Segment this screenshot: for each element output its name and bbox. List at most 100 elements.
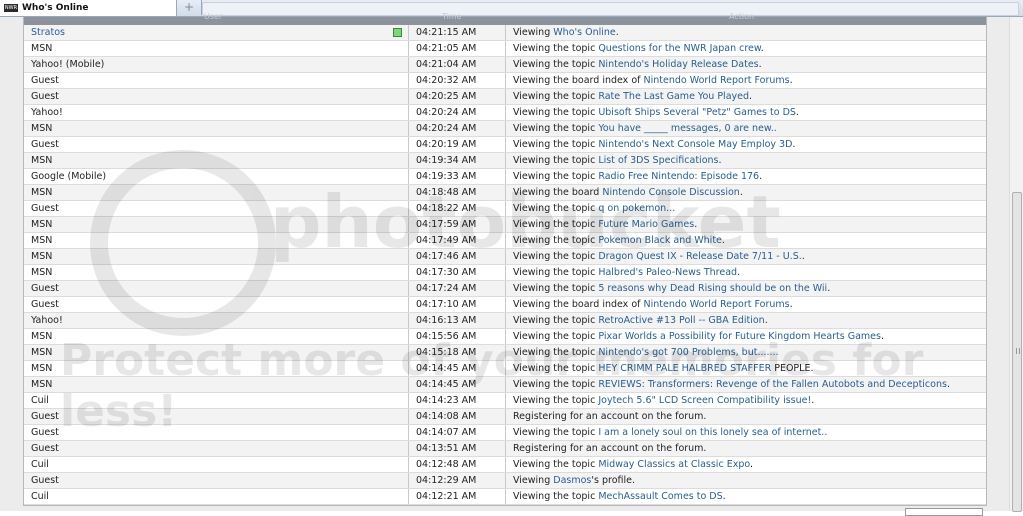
- user-name: Yahoo!: [31, 315, 63, 326]
- cell-time: 04:20:24 AM: [408, 120, 506, 137]
- table-row: Guest 04:14:07 AM Viewing the topic I am a…: [24, 424, 986, 441]
- table-row: Cuil 04:12:21 AM Viewing the topic MechAss…: [24, 488, 986, 505]
- action-link[interactable]: Pixar Worlds a Possibility for Future Ki…: [598, 331, 881, 342]
- action-link[interactable]: Nintendo Console Discussion: [602, 187, 739, 198]
- cell-action: Viewing the topic Nintendo's got 700 Pro…: [505, 344, 986, 361]
- action-link[interactable]: List of 3DS Specifications: [598, 155, 718, 166]
- action-suffix: .: [789, 75, 793, 86]
- header-user: User: [204, 12, 223, 21]
- cell-action: Viewing the topic You have _____ message…: [505, 120, 986, 137]
- table-row: Cuil 04:12:48 AM Viewing the topic Midway …: [24, 456, 986, 473]
- cell-user: MSN: [24, 360, 409, 377]
- action-link[interactable]: Nintendo's Next Console May Employ 3D: [598, 139, 792, 150]
- online-status-icon: [393, 28, 402, 37]
- cell-user[interactable]: Stratos: [24, 25, 409, 41]
- table-row: Guest 04:17:24 AM Viewing the topic 5 reas…: [24, 280, 986, 297]
- action-link[interactable]: REVIEWS: Transformers: Revenge of the Fa…: [598, 379, 947, 390]
- action-link[interactable]: Pokemon Black and White: [598, 235, 722, 246]
- cell-user: Guest: [24, 408, 409, 425]
- action-suffix: .: [758, 59, 762, 70]
- action-text: Viewing the topic: [513, 123, 596, 134]
- action-link[interactable]: Nintendo's got 700 Problems, but.......: [598, 347, 778, 358]
- action-link[interactable]: Rate The Last Game You Played: [598, 91, 749, 102]
- jump-select[interactable]: [905, 508, 983, 516]
- cell-time: 04:21:04 AM: [408, 56, 506, 73]
- table-header: User Time Action: [24, 12, 986, 25]
- action-text: Viewing the topic: [513, 379, 596, 390]
- user-name: Guest: [31, 427, 59, 438]
- action-link[interactable]: Future Mario Games: [598, 219, 694, 230]
- action-link[interactable]: Nintendo World Report Forums: [644, 75, 790, 86]
- action-link[interactable]: q on pokemon...: [598, 203, 675, 214]
- cell-time: 04:14:45 AM: [408, 360, 506, 377]
- cell-user: MSN: [24, 248, 409, 265]
- cell-action: Viewing the topic 5 reasons why Dead Ris…: [505, 280, 986, 297]
- vertical-scrollbar[interactable]: [1009, 17, 1023, 512]
- user-name: Guest: [31, 75, 59, 86]
- cell-action: Viewing Who's Online.: [505, 25, 986, 41]
- action-link[interactable]: Ubisoft Ships Several "Petz" Games to DS: [598, 107, 796, 118]
- action-suffix: .: [615, 27, 619, 38]
- action-text: Viewing the topic: [513, 139, 596, 150]
- scrollbar-thumb[interactable]: [1012, 192, 1022, 512]
- action-link[interactable]: Nintendo World Report Forums: [644, 299, 790, 310]
- action-link[interactable]: Halbred's Paleo-News Thread: [598, 267, 737, 278]
- scrollbar-grip-icon: [1016, 348, 1020, 354]
- action-link[interactable]: Midway Classics at Classic Expo: [598, 459, 750, 470]
- cell-time: 04:14:23 AM: [408, 392, 506, 409]
- action-link[interactable]: Radio Free Nintendo: Episode 176: [598, 171, 759, 182]
- action-suffix: .: [880, 331, 885, 342]
- table-row: Yahoo! 04:16:13 AM Viewing the topic Retro…: [24, 312, 986, 329]
- cell-user: Cuil: [24, 488, 409, 505]
- action-link[interactable]: RetroActive #13 Poll -- GBA Edition: [598, 315, 764, 326]
- user-link[interactable]: Stratos: [31, 27, 65, 38]
- cell-user: Cuil: [24, 456, 409, 473]
- cell-action: Viewing the topic HEY CRIMM PALE HALBRED…: [505, 360, 986, 377]
- tab-whos-online[interactable]: NWR Who's Online: [0, 0, 177, 16]
- cell-time: 04:15:18 AM: [408, 344, 506, 361]
- action-suffix: .: [795, 107, 799, 118]
- action-link[interactable]: MechAssault Comes to DS: [598, 491, 722, 502]
- user-name: MSN: [31, 235, 53, 246]
- action-text: Viewing the topic: [513, 219, 596, 230]
- action-link[interactable]: Dasmos: [553, 475, 591, 486]
- user-name: Google (Mobile): [31, 171, 107, 182]
- action-link[interactable]: You have _____ messages, 0 are new..: [598, 123, 776, 134]
- action-text: Viewing: [513, 475, 551, 486]
- cell-user: MSN: [24, 232, 409, 249]
- cell-action: Viewing the topic Questions for the NWR …: [505, 40, 986, 57]
- cell-time: 04:17:49 AM: [408, 232, 506, 249]
- action-text: Viewing the board index of: [513, 75, 641, 86]
- action-link[interactable]: Who's Online: [553, 27, 615, 38]
- action-link[interactable]: I am a lonely soul on this lonely sea of…: [598, 427, 827, 438]
- action-suffix: .: [722, 491, 726, 502]
- cell-time: 04:17:30 AM: [408, 264, 506, 281]
- cell-action: Viewing the board Nintendo Console Discu…: [505, 184, 986, 201]
- action-link[interactable]: Questions for the NWR Japan crew: [598, 43, 760, 54]
- cell-user: Guest: [24, 472, 409, 489]
- cell-action: Viewing the topic Pokemon Black and Whit…: [505, 232, 986, 249]
- table-body: Stratos 04:21:15 AM Viewing Who's Online. M…: [24, 25, 986, 505]
- cell-user: MSN: [24, 184, 409, 201]
- cell-user: Yahoo!: [24, 104, 409, 121]
- action-link[interactable]: Nintendo's Holiday Release Dates: [598, 59, 758, 70]
- new-tab-button[interactable]: +: [177, 0, 202, 15]
- cell-time: 04:14:45 AM: [408, 376, 506, 393]
- cell-user: Guest: [24, 72, 409, 89]
- action-text: Viewing: [513, 27, 551, 38]
- user-name: MSN: [31, 363, 53, 374]
- tab-strip-empty-area: [202, 2, 1019, 16]
- table-row: Cuil 04:14:23 AM Viewing the topic Joytech…: [24, 392, 986, 409]
- action-text: Viewing the topic: [513, 315, 596, 326]
- action-link[interactable]: HEY CRIMM PALE HALBRED STAFFER: [598, 363, 771, 374]
- cell-action: Viewing Dasmos's profile.: [505, 472, 986, 489]
- cell-time: 04:12:21 AM: [408, 488, 506, 505]
- action-link[interactable]: Joytech 5.6" LCD Screen Compatibility is…: [598, 395, 811, 406]
- action-link[interactable]: 5 reasons why Dead Rising should be on t…: [598, 283, 827, 294]
- table-row: MSN 04:14:45 AM Viewing the topic REVIEWS:…: [24, 376, 986, 393]
- cell-action: Viewing the topic List of 3DS Specificat…: [505, 152, 986, 169]
- table-row: MSN 04:15:56 AM Viewing the topic Pixar Wo…: [24, 328, 986, 345]
- action-link[interactable]: Dragon Quest IX - Release Date 7/11 - U.…: [598, 251, 801, 262]
- cell-user: Guest: [24, 296, 409, 313]
- action-text: Viewing the topic: [513, 171, 596, 182]
